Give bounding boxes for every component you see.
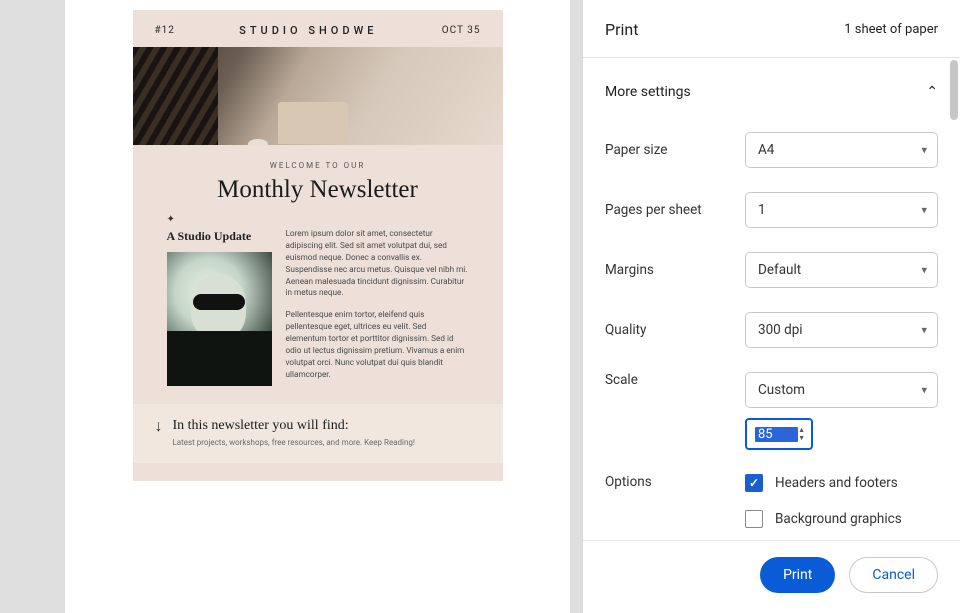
scale-number-input[interactable]: 85 ▲ ▼ bbox=[745, 418, 813, 450]
scale-select[interactable]: Custom ▾ bbox=[745, 372, 938, 408]
scale-label: Scale bbox=[605, 372, 745, 388]
print-preview-area: #12 STUDIO SHODWE OCT 35 WELCOME TO OUR … bbox=[0, 0, 582, 613]
sparkle-icon: ✦ bbox=[167, 214, 469, 225]
spinner-up-icon[interactable]: ▲ bbox=[798, 427, 805, 434]
more-settings-toggle[interactable]: More settings ⌃ bbox=[605, 58, 938, 120]
sheet-count: 1 sheet of paper bbox=[844, 22, 938, 37]
body-paragraph-2: Pellentesque enim tortor, eleifend quis … bbox=[286, 310, 469, 381]
quality-value: 300 dpi bbox=[758, 322, 803, 338]
paper-size-select[interactable]: A4 ▾ bbox=[745, 132, 938, 168]
background-graphics-label: Background graphics bbox=[775, 511, 902, 527]
chevron-up-icon: ⌃ bbox=[926, 84, 938, 100]
quality-select[interactable]: 300 dpi ▾ bbox=[745, 312, 938, 348]
more-settings-label: More settings bbox=[605, 84, 691, 100]
spinner-down-icon[interactable]: ▼ bbox=[798, 435, 805, 442]
options-label: Options bbox=[605, 474, 745, 490]
issue-date: OCT 35 bbox=[442, 25, 481, 36]
scale-spinner[interactable]: ▲ ▼ bbox=[798, 427, 805, 442]
pages-per-sheet-value: 1 bbox=[758, 202, 766, 218]
footer-title: In this newsletter you will find: bbox=[173, 418, 415, 434]
caret-down-icon: ▾ bbox=[921, 324, 927, 337]
paper-size-label: Paper size bbox=[605, 142, 745, 158]
print-button[interactable]: Print bbox=[760, 557, 835, 593]
pages-per-sheet-select[interactable]: 1 ▾ bbox=[745, 192, 938, 228]
background-graphics-checkbox[interactable]: Background graphics bbox=[745, 510, 938, 528]
margins-select[interactable]: Default ▾ bbox=[745, 252, 938, 288]
caret-down-icon: ▾ bbox=[921, 204, 927, 217]
preview-page: #12 STUDIO SHODWE OCT 35 WELCOME TO OUR … bbox=[65, 0, 570, 613]
footer-subtitle: Latest projects, workshops, free resourc… bbox=[173, 438, 415, 447]
scrollbar[interactable] bbox=[950, 60, 958, 120]
arrow-down-icon: ↓ bbox=[155, 418, 163, 434]
checkbox-checked-icon bbox=[745, 474, 763, 492]
paper-size-value: A4 bbox=[758, 142, 774, 158]
section-subhead: A Studio Update bbox=[167, 229, 272, 244]
caret-down-icon: ▾ bbox=[921, 144, 927, 157]
portrait-image bbox=[167, 252, 272, 386]
brand-name: STUDIO SHODWE bbox=[239, 24, 377, 37]
newsletter-headline: Monthly Newsletter bbox=[167, 176, 469, 204]
pages-per-sheet-label: Pages per sheet bbox=[605, 202, 745, 218]
newsletter-document: #12 STUDIO SHODWE OCT 35 WELCOME TO OUR … bbox=[133, 10, 503, 481]
caret-down-icon: ▾ bbox=[921, 264, 927, 277]
issue-number: #12 bbox=[155, 25, 175, 36]
caret-down-icon: ▾ bbox=[921, 384, 927, 397]
scale-value: Custom bbox=[758, 382, 805, 398]
body-paragraph-1: Lorem ipsum dolor sit amet, consectetur … bbox=[286, 229, 469, 300]
checkbox-unchecked-icon bbox=[745, 510, 763, 528]
scale-number-value: 85 bbox=[755, 427, 798, 442]
welcome-text: WELCOME TO OUR bbox=[167, 161, 469, 170]
headers-footers-checkbox[interactable]: Headers and footers bbox=[745, 474, 938, 492]
print-panel: Print 1 sheet of paper More settings ⌃ P… bbox=[582, 0, 960, 613]
panel-title: Print bbox=[605, 20, 638, 39]
quality-label: Quality bbox=[605, 322, 745, 338]
margins-label: Margins bbox=[605, 262, 745, 278]
cancel-button[interactable]: Cancel bbox=[849, 557, 938, 593]
margins-value: Default bbox=[758, 262, 801, 278]
headers-footers-label: Headers and footers bbox=[775, 475, 898, 491]
